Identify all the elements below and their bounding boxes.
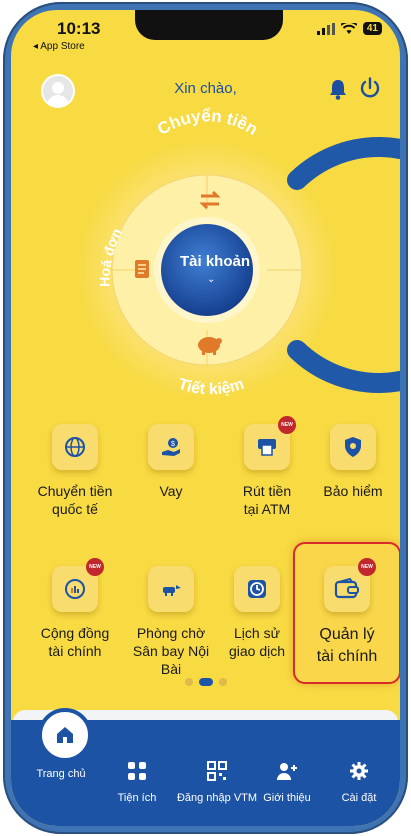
nav-settings-label: Cài đặt: [341, 792, 377, 804]
service-label: Sân bay Nội: [132, 643, 210, 659]
community-icon: NEW: [52, 558, 104, 612]
account-wheel: Chuyển tiền Tiết kiệm Hoá đơn: [77, 106, 400, 400]
service-label: Bài: [160, 661, 182, 677]
shield-icon: [330, 424, 376, 470]
service-international-transfer[interactable]: Chuyển tiền quốc tế: [29, 424, 121, 518]
nav-home-button[interactable]: [38, 708, 92, 762]
gear-icon: [319, 760, 399, 782]
service-label: Vay: [159, 483, 183, 499]
service-label: tài chính: [316, 648, 378, 665]
service-transaction-history[interactable]: Lịch sử giao dịch: [211, 566, 303, 660]
service-atm-withdraw[interactable]: NEW Rút tiền tại ATM: [221, 416, 313, 518]
nav-home-label[interactable]: Trang chủ: [31, 768, 91, 780]
service-label: Quản lý: [319, 626, 375, 643]
clock-icon: [234, 566, 280, 612]
nav-referral-label: Giới thiệu: [263, 792, 311, 804]
loan-hand-icon: $: [148, 424, 194, 470]
chevron-down-icon[interactable]: ⌄: [207, 274, 215, 285]
service-label: tại ATM: [243, 501, 291, 517]
notch: [135, 10, 283, 40]
svg-text:$: $: [171, 441, 175, 448]
svg-text:Chuyển tiền: Chuyển tiền: [154, 106, 261, 139]
nav-settings[interactable]: Cài đặt: [319, 760, 399, 804]
new-badge: NEW: [358, 558, 376, 576]
service-label: Lịch sử: [234, 625, 280, 641]
nav-referral[interactable]: Giới thiệu: [247, 760, 327, 804]
service-insurance[interactable]: Bảo hiểm: [307, 424, 399, 500]
grid-icon: [97, 760, 177, 782]
new-badge: NEW: [278, 416, 296, 434]
service-label: Phòng chờ: [136, 625, 206, 641]
page-indicator: [11, 678, 400, 686]
new-badge: NEW: [86, 558, 104, 576]
service-label: tài chính: [48, 643, 102, 659]
service-finance-management[interactable]: NEW Quản lý tài chính: [301, 558, 393, 668]
add-user-icon: [247, 760, 327, 782]
wheel-top-label[interactable]: Chuyển tiền: [154, 106, 261, 139]
phone-frame: 10:13 ◂ App Store 41 Xin chào, Chuyển ti…: [3, 2, 408, 834]
service-label: Rút tiền: [242, 483, 292, 499]
airport-lounge-icon: [148, 566, 194, 612]
globe-icon: [52, 424, 98, 470]
account-center-button[interactable]: Tài khoản: [161, 253, 269, 270]
service-finance-management-highlight[interactable]: NEW Quản lý tài chính: [293, 542, 400, 684]
page-dot-active[interactable]: [198, 678, 213, 686]
bill-receipt-icon[interactable]: [135, 260, 149, 278]
service-label: Chuyển tiền: [37, 483, 113, 499]
app-screen: 10:13 ◂ App Store 41 Xin chào, Chuyển ti…: [11, 10, 400, 826]
page-dot[interactable]: [184, 678, 193, 686]
atm-icon: NEW: [244, 416, 296, 470]
home-icon: [57, 727, 73, 743]
service-label: quốc tế: [52, 501, 98, 517]
service-finance-community[interactable]: NEW Cộng đồng tài chính: [29, 558, 121, 660]
wallet-icon: NEW: [324, 558, 376, 612]
page-dot[interactable]: [218, 678, 227, 686]
nav-utilities[interactable]: Tiện ích: [97, 760, 177, 804]
service-label: giao dịch: [228, 643, 286, 659]
service-airport-lounge[interactable]: Phòng chờ Sân bay Nội Bài: [125, 566, 217, 678]
service-loan[interactable]: $ Vay: [125, 424, 217, 500]
bottom-navigation: Trang chủ Tiện ích Đăng nhập VTM Giới th…: [11, 708, 400, 826]
nav-utilities-label: Tiện ích: [117, 792, 157, 804]
service-label: Bảo hiểm: [323, 483, 383, 499]
service-label: Cộng đồng: [40, 625, 110, 641]
